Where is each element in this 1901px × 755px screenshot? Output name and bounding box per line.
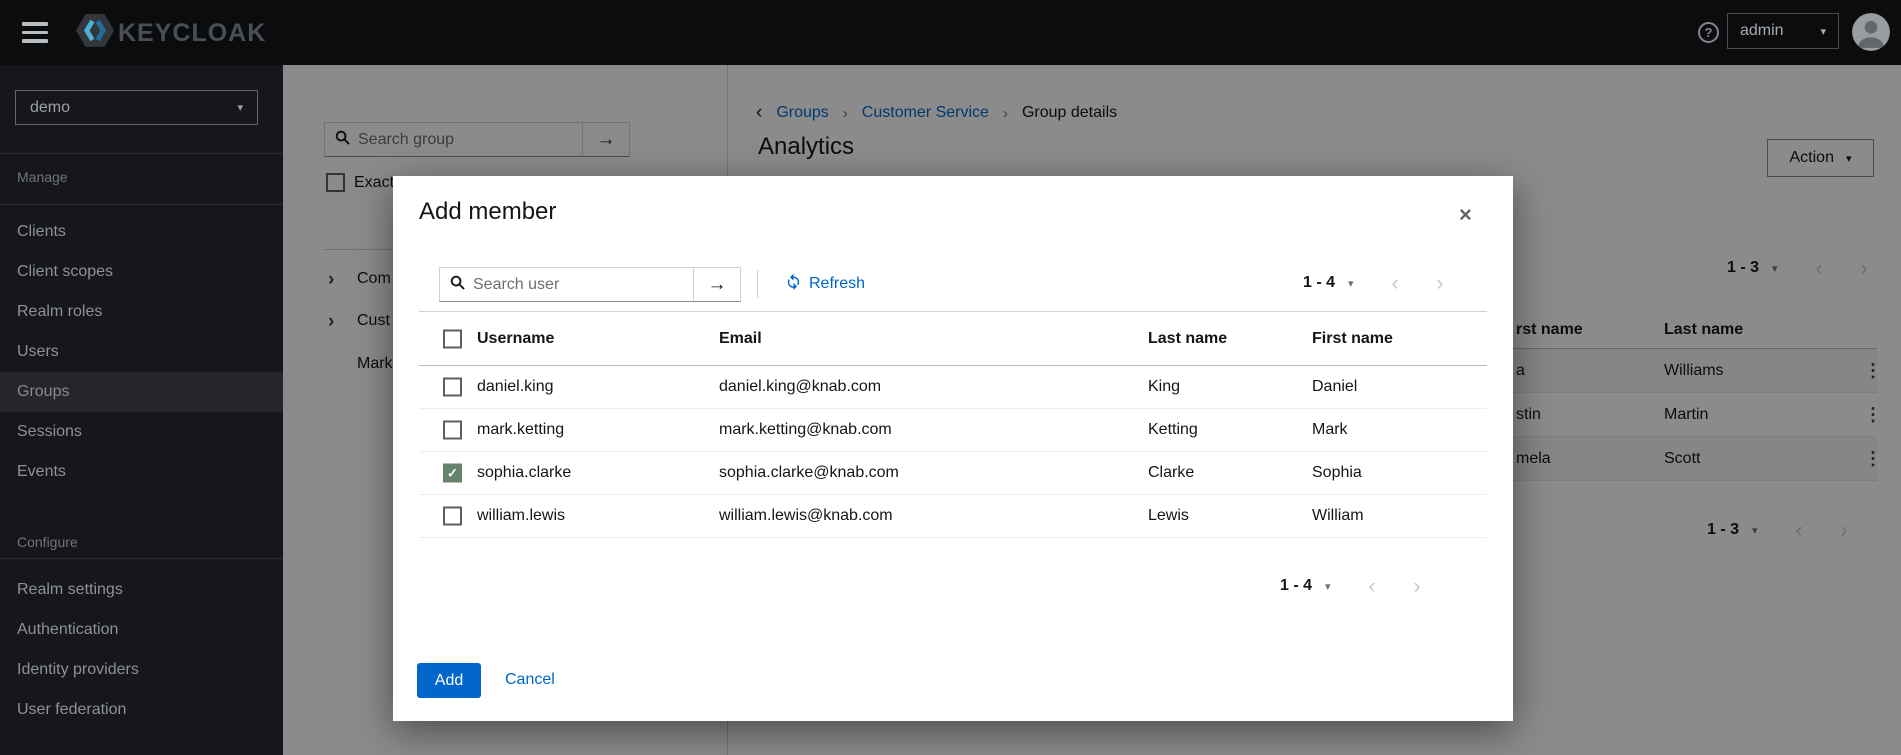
search-icon [450, 275, 465, 295]
caret-down-icon: ▾ [1820, 25, 1826, 38]
arrow-right-icon: → [708, 274, 727, 296]
cell-last-name: Clarke [1148, 464, 1194, 482]
col-username: Username [477, 330, 554, 348]
sidebar-section-manage: Manage [17, 169, 68, 185]
modal-title: Add member [419, 198, 556, 226]
col-email: Email [719, 330, 762, 348]
row-checkbox[interactable]: ✓ [443, 378, 462, 397]
user-search-submit-button[interactable]: → [693, 268, 740, 301]
keycloak-logo: KEYCLOAK [76, 13, 266, 53]
divider [0, 558, 283, 559]
sidebar-item-groups[interactable]: Groups [0, 372, 283, 412]
brand-text: KEYCLOAK [118, 19, 266, 48]
sidebar-item-realm-roles[interactable]: Realm roles [0, 292, 283, 332]
caret-down-icon[interactable]: ▾ [1325, 580, 1331, 593]
cell-email: sophia.clarke@knab.com [719, 464, 899, 482]
avatar[interactable] [1852, 13, 1890, 51]
user-row: ✓ sophia.clarke sophia.clarke@knab.com C… [419, 452, 1487, 495]
users-table-header: ✓ Username Email Last name First name [419, 311, 1487, 366]
user-row: ✓ daniel.king daniel.king@knab.com King … [419, 366, 1487, 409]
add-member-modal: Add member × → Refresh 1 - 4 ▾ ‹ › [393, 176, 1513, 721]
col-first-name: First name [1312, 330, 1393, 348]
sidebar-item-identity-providers[interactable]: Identity providers [0, 650, 283, 690]
select-all-checkbox[interactable]: ✓ [443, 329, 462, 348]
row-checkbox[interactable]: ✓ [443, 464, 462, 483]
users-table: ✓ Username Email Last name First name ✓ … [419, 311, 1487, 538]
sidebar-item-users[interactable]: Users [0, 332, 283, 372]
row-checkbox[interactable]: ✓ [443, 421, 462, 440]
sidebar-section-configure: Configure [17, 534, 78, 550]
cell-email: william.lewis@knab.com [719, 507, 893, 525]
cell-username: mark.ketting [477, 421, 564, 439]
sidebar-item-user-federation[interactable]: User federation [0, 690, 283, 730]
next-page-icon[interactable]: › [1437, 273, 1444, 294]
prev-page-icon[interactable]: ‹ [1369, 576, 1376, 597]
help-icon[interactable]: ? [1698, 22, 1719, 43]
refresh-icon [785, 273, 802, 295]
cell-first-name: Daniel [1312, 378, 1357, 396]
cell-username: sophia.clarke [477, 464, 571, 482]
caret-down-icon[interactable]: ▾ [1348, 277, 1354, 290]
pagination-range: 1 - 4 [1303, 274, 1335, 292]
col-last-name: Last name [1148, 330, 1227, 348]
divider [0, 204, 283, 205]
realm-selector-value: demo [30, 99, 70, 117]
next-page-icon[interactable]: › [1414, 576, 1421, 597]
cell-username: william.lewis [477, 507, 565, 525]
cell-first-name: William [1312, 507, 1364, 525]
cell-last-name: King [1148, 378, 1180, 396]
add-button[interactable]: Add [417, 663, 481, 698]
prev-page-icon[interactable]: ‹ [1392, 273, 1399, 294]
cell-first-name: Sophia [1312, 464, 1362, 482]
user-search-input[interactable] [473, 276, 683, 294]
user-menu-label: admin [1740, 22, 1784, 40]
pagination-range: 1 - 4 [1280, 577, 1312, 595]
cell-email: mark.ketting@knab.com [719, 421, 892, 439]
user-row: ✓ mark.ketting mark.ketting@knab.com Ket… [419, 409, 1487, 452]
masthead: KEYCLOAK ? admin ▾ [0, 0, 1901, 65]
caret-down-icon: ▾ [237, 101, 243, 114]
modal-pagination-top: 1 - 4 ▾ ‹ › [1303, 272, 1444, 294]
sidebar-item-events[interactable]: Events [0, 452, 283, 492]
cell-last-name: Lewis [1148, 507, 1189, 525]
cancel-button[interactable]: Cancel [505, 671, 555, 689]
configure-nav: Realm settings Authentication Identity p… [0, 570, 283, 730]
cell-last-name: Ketting [1148, 421, 1198, 439]
divider [757, 270, 758, 298]
check-icon: ✓ [447, 467, 458, 480]
realm-selector[interactable]: demo ▾ [15, 90, 258, 125]
refresh-button[interactable]: Refresh [785, 273, 865, 295]
divider [0, 153, 283, 154]
keycloak-logo-icon [76, 13, 114, 53]
cell-email: daniel.king@knab.com [719, 378, 881, 396]
user-menu-dropdown[interactable]: admin ▾ [1727, 13, 1839, 49]
sidebar-item-realm-settings[interactable]: Realm settings [0, 570, 283, 610]
menu-toggle-icon[interactable] [22, 22, 48, 43]
close-icon[interactable]: × [1459, 204, 1472, 226]
manage-nav: Clients Client scopes Realm roles Users … [0, 212, 283, 492]
cell-username: daniel.king [477, 378, 554, 396]
cell-first-name: Mark [1312, 421, 1348, 439]
modal-pagination-bottom: 1 - 4 ▾ ‹ › [1280, 575, 1421, 597]
sidebar-item-client-scopes[interactable]: Client scopes [0, 252, 283, 292]
sidebar-item-clients[interactable]: Clients [0, 212, 283, 252]
sidebar-item-sessions[interactable]: Sessions [0, 412, 283, 452]
sidebar: demo ▾ Manage Clients Client scopes Real… [0, 65, 283, 755]
row-checkbox[interactable]: ✓ [443, 507, 462, 526]
sidebar-item-authentication[interactable]: Authentication [0, 610, 283, 650]
user-row: ✓ william.lewis william.lewis@knab.com L… [419, 495, 1487, 538]
